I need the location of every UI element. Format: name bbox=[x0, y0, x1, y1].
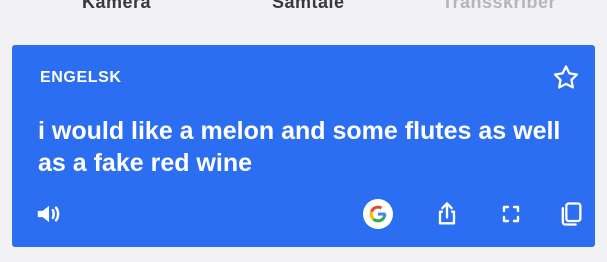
target-language-label: ENGELSK bbox=[40, 69, 122, 86]
tab-transcribe[interactable]: Transskriber bbox=[442, 0, 556, 13]
listen-button[interactable] bbox=[32, 197, 66, 231]
copy-icon bbox=[561, 202, 582, 226]
star-icon bbox=[553, 65, 579, 89]
google-search-button[interactable] bbox=[361, 197, 395, 231]
fullscreen-icon bbox=[502, 205, 520, 223]
copy-button[interactable] bbox=[554, 197, 588, 231]
google-badge bbox=[363, 199, 393, 229]
share-icon bbox=[438, 202, 456, 225]
google-icon bbox=[369, 205, 387, 223]
share-button[interactable] bbox=[430, 197, 464, 231]
top-tabs: Kamera Samtale Transskriber bbox=[0, 0, 607, 28]
translation-card: ENGELSK i would like a melon and some fl… bbox=[12, 45, 595, 247]
translation-text: i would like a melon and some flutes as … bbox=[38, 117, 561, 177]
star-button[interactable] bbox=[551, 63, 581, 93]
tab-conversation[interactable]: Samtale bbox=[272, 0, 345, 13]
tab-camera[interactable]: Kamera bbox=[82, 0, 151, 13]
speaker-icon bbox=[37, 205, 60, 223]
fullscreen-button[interactable] bbox=[494, 197, 528, 231]
